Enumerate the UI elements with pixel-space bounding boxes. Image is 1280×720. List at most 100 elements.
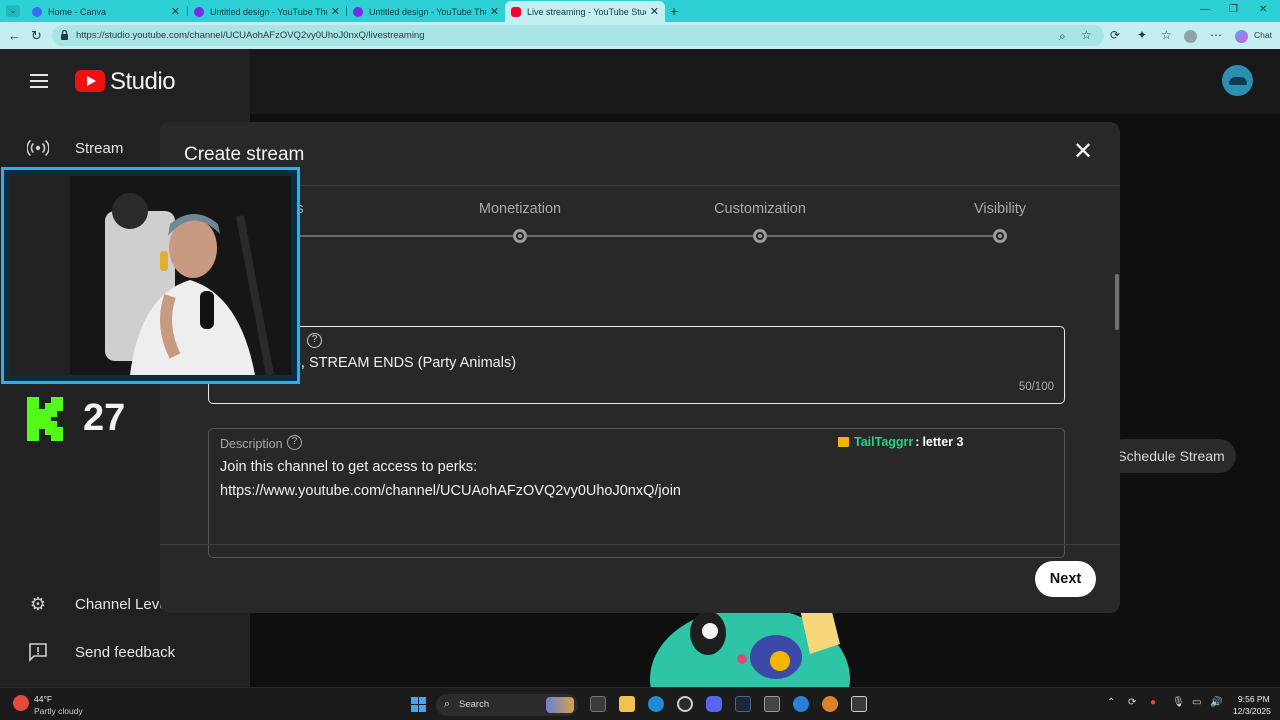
extensions-icon[interactable]: ⟳ bbox=[1110, 28, 1120, 42]
tray-sync-icon[interactable]: ⟳ bbox=[1128, 697, 1136, 708]
webcam-feed-image bbox=[10, 176, 291, 375]
weather-icon[interactable] bbox=[13, 695, 29, 711]
copilot-icon[interactable] bbox=[1235, 30, 1248, 43]
tab-title: Untitled design - YouTube Thumb bbox=[210, 6, 327, 17]
edge-browser-icon[interactable] bbox=[648, 696, 664, 712]
tray-overflow-icon[interactable]: ⌃ bbox=[1107, 697, 1115, 708]
collections-icon[interactable]: ☆ bbox=[1161, 28, 1172, 42]
app-icon[interactable] bbox=[764, 696, 780, 712]
sidebar-item-send-feedback[interactable]: Send feedback bbox=[27, 641, 175, 663]
steam-icon[interactable] bbox=[735, 696, 751, 712]
tab-title: Untitled design - YouTube Thumb bbox=[369, 6, 486, 17]
task-view-icon[interactable] bbox=[590, 696, 606, 712]
next-button[interactable]: Next bbox=[1035, 561, 1096, 597]
sidebar-item-label: Channel Leve bbox=[75, 595, 168, 613]
schedule-stream-button[interactable]: Schedule Stream bbox=[1106, 439, 1236, 473]
taskbar-clock-time[interactable]: 9:56 PM bbox=[1238, 694, 1270, 704]
kick-logo-icon bbox=[27, 397, 63, 441]
back-arrow-icon[interactable]: ← bbox=[8, 28, 21, 43]
tray-recording-icon[interactable]: ● bbox=[1150, 697, 1156, 708]
feedback-icon bbox=[27, 641, 49, 663]
microphone-icon[interactable]: 🎙 bbox=[1172, 697, 1185, 708]
description-text-line[interactable]: Join this channel to get access to perks… bbox=[220, 459, 477, 475]
chat-button-label[interactable]: Chat bbox=[1254, 30, 1272, 40]
network-icon[interactable]: ▭ bbox=[1192, 697, 1201, 708]
party-animals-icon[interactable] bbox=[822, 696, 838, 712]
restore-window-icon[interactable]: ❐ bbox=[1229, 4, 1238, 15]
weather-temperature[interactable]: 44°F bbox=[34, 694, 52, 704]
description-label: Description bbox=[220, 437, 283, 451]
profile-avatar-icon[interactable] bbox=[1184, 30, 1197, 43]
file-explorer-icon[interactable] bbox=[619, 696, 635, 712]
address-bar[interactable]: https://studio.youtube.com/channel/UCUAo… bbox=[52, 25, 1104, 46]
title-field[interactable]: ? IREE TIMES, STREAM ENDS (Party Animals… bbox=[208, 326, 1065, 404]
canva-design-favicon-icon bbox=[353, 6, 363, 17]
menu-icon[interactable] bbox=[30, 74, 48, 88]
new-tab-icon[interactable]: + bbox=[670, 3, 678, 19]
help-icon[interactable]: ? bbox=[287, 435, 302, 450]
account-avatar[interactable] bbox=[1222, 65, 1253, 96]
close-window-icon[interactable]: ✕ bbox=[1259, 4, 1267, 15]
puzzle-extension-icon[interactable]: ✦ bbox=[1137, 28, 1147, 42]
sidebar-item-stream[interactable]: Stream bbox=[27, 137, 123, 159]
close-tab-icon[interactable]: ✕ bbox=[650, 5, 659, 18]
dialog-title: Create stream bbox=[184, 144, 305, 165]
close-tab-icon[interactable]: ✕ bbox=[171, 5, 180, 18]
step-monetization-label[interactable]: Monetization bbox=[479, 201, 561, 217]
settings-app-icon[interactable] bbox=[793, 696, 809, 712]
taskbar-clock-date[interactable]: 12/3/2025 bbox=[1233, 706, 1271, 716]
close-tab-icon[interactable]: ✕ bbox=[490, 5, 499, 18]
weather-description[interactable]: Partly cloudy bbox=[34, 706, 83, 716]
windows-taskbar: 44°F Partly cloudy ⌕ Search ⌃ ⟳ ● 🎙 ▭ 🔊 … bbox=[0, 687, 1280, 720]
canva-design-favicon-icon bbox=[194, 6, 204, 17]
more-menu-icon[interactable]: ⋯ bbox=[1210, 28, 1222, 42]
step-visibility-label[interactable]: Visibility bbox=[974, 201, 1026, 217]
browser-tab-canva-home[interactable]: Home - Canva ✕ bbox=[26, 1, 186, 22]
chat-separator: : bbox=[915, 435, 920, 449]
search-icon: ⌕ bbox=[444, 698, 451, 710]
gear-icon: ⚙ bbox=[29, 593, 47, 614]
browser-address-row: ← ↻ https://studio.youtube.com/channel/U… bbox=[0, 22, 1280, 49]
canva-favicon-icon bbox=[32, 6, 42, 17]
tab-title: Home - Canva bbox=[48, 6, 107, 17]
sidebar-item-label: Stream bbox=[75, 139, 124, 157]
step-monetization-dot[interactable] bbox=[513, 229, 527, 243]
crown-badge-icon bbox=[838, 437, 849, 447]
help-icon[interactable]: ? bbox=[307, 333, 322, 348]
chat-text: letter 3 bbox=[922, 435, 964, 449]
description-text-line[interactable]: https://www.youtube.com/channel/UCUAohAF… bbox=[220, 483, 681, 499]
discord-icon[interactable] bbox=[706, 696, 722, 712]
site-info-icon[interactable] bbox=[60, 30, 69, 40]
broadcast-icon bbox=[27, 137, 49, 159]
tab-actions-menu-icon[interactable]: ⌄ bbox=[6, 5, 20, 17]
step-customization-label[interactable]: Customization bbox=[714, 201, 806, 217]
dialog-scrollbar[interactable] bbox=[1115, 274, 1119, 330]
browser-tab-untitled-design-1[interactable]: Untitled design - YouTube Thumb ✕ bbox=[188, 1, 346, 22]
minimize-window-icon[interactable]: — bbox=[1200, 4, 1210, 15]
zoom-icon[interactable]: ⌕ bbox=[1059, 29, 1066, 44]
favorite-star-icon[interactable]: ☆ bbox=[1081, 28, 1092, 42]
browser-tab-live-streaming[interactable]: Live streaming - YouTube Studio ✕ bbox=[505, 1, 665, 22]
close-icon[interactable]: ✕ bbox=[1072, 140, 1094, 164]
youtube-logo-icon[interactable] bbox=[75, 70, 105, 92]
screen: ⌄ Home - Canva ✕ Untitled design - YouTu… bbox=[0, 0, 1280, 720]
sidebar-item-channel-level[interactable]: ⚙ Channel Leve bbox=[27, 593, 168, 615]
webcam-overlay bbox=[1, 167, 300, 384]
tab-title: Live streaming - YouTube Studio bbox=[527, 6, 646, 17]
create-stream-dialog: Create stream ✕ s Monetization Customiza… bbox=[160, 122, 1120, 613]
reload-icon[interactable]: ↻ bbox=[31, 28, 42, 44]
mascot-illustration bbox=[650, 609, 850, 687]
volume-icon[interactable]: 🔊 bbox=[1210, 697, 1222, 708]
browser-tab-untitled-design-2[interactable]: Untitled design - YouTube Thumb ✕ bbox=[347, 1, 505, 22]
search-highlight-icon bbox=[546, 697, 574, 713]
obs-icon[interactable] bbox=[677, 696, 693, 712]
step-visibility-dot[interactable] bbox=[993, 229, 1007, 243]
windows-start-icon[interactable] bbox=[411, 697, 427, 713]
snipping-tool-icon[interactable] bbox=[851, 696, 867, 712]
browser-tab-bar: ⌄ Home - Canva ✕ Untitled design - YouTu… bbox=[0, 0, 1280, 22]
studio-brand: Studio bbox=[110, 68, 176, 95]
taskbar-search[interactable]: ⌕ Search bbox=[436, 694, 578, 716]
step-customization-dot[interactable] bbox=[753, 229, 767, 243]
close-tab-icon[interactable]: ✕ bbox=[331, 5, 340, 18]
youtube-favicon-icon bbox=[511, 6, 521, 17]
